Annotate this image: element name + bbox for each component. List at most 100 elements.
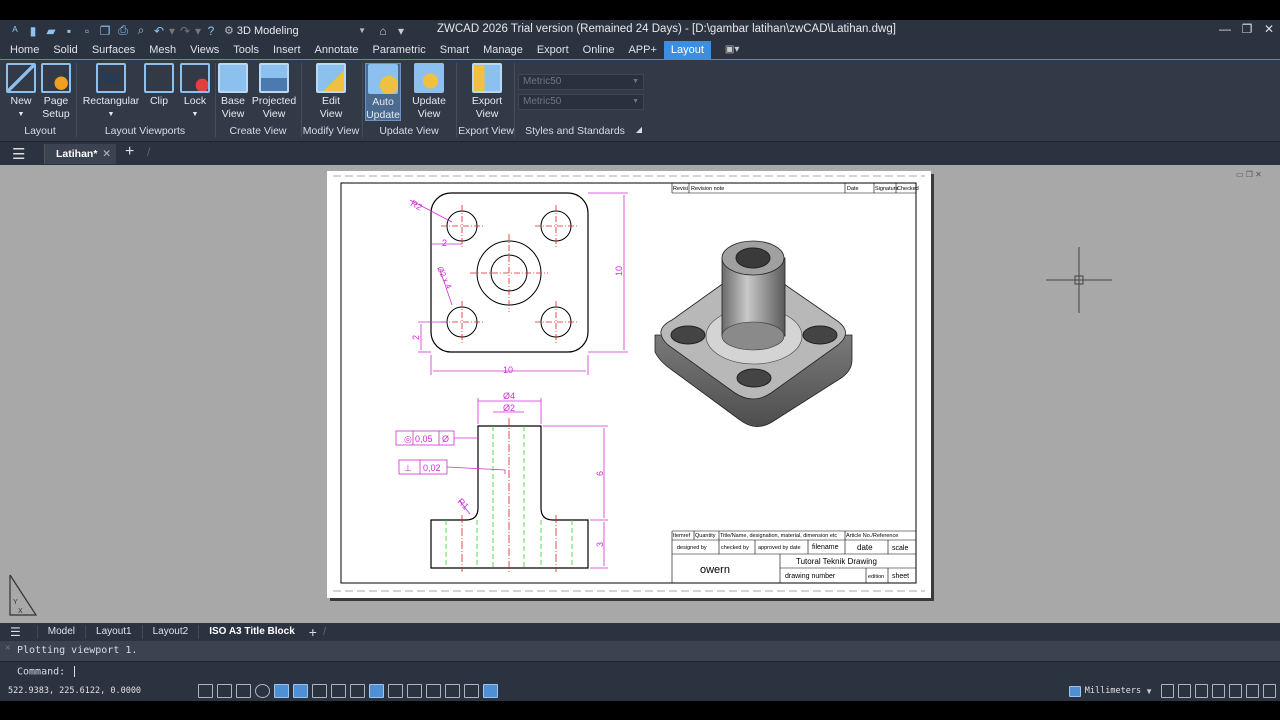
osnap-icon[interactable] [274,684,289,698]
viewport-scale-icon[interactable] [464,684,479,698]
perpendicularity-symbol-icon: ⊥ [404,463,412,473]
fullscreen-icon[interactable] [1246,684,1259,698]
tab-manage[interactable]: Manage [476,41,530,59]
close-button[interactable]: ✕ [1258,22,1280,38]
tb-approved: approved by date [758,545,801,551]
undo-icon[interactable]: ↶ [150,22,168,40]
group-label-create-view: Create View [229,125,287,137]
snap-icon[interactable] [217,684,232,698]
new-file-icon[interactable]: ▮ [24,22,42,40]
projected-view-button[interactable]: Projected View [251,63,297,121]
dynamic-ucs-icon[interactable] [312,684,327,698]
tab-export[interactable]: Export [530,41,576,59]
layout-tab-bar: ☰ Model Layout1 Layout2 ISO A3 Title Blo… [0,623,1280,641]
auto-update-button[interactable]: Auto Update [365,63,401,121]
update-view-button[interactable]: Update View [407,63,451,121]
layout-tab-iso-a3[interactable]: ISO A3 Title Block [198,625,305,639]
plot-preview-icon[interactable]: ⌕ [132,22,150,40]
chevron-down-icon: ▼ [191,111,199,118]
layout-tab-model[interactable]: Model [36,625,85,639]
tab-online[interactable]: Online [576,41,622,59]
undo-dropdown-icon[interactable]: ▾ [168,22,176,40]
page-setup-button[interactable]: Page Setup [40,63,72,121]
ortho-icon[interactable] [236,684,251,698]
save-as-icon[interactable]: ▫ [78,22,96,40]
tb-sheet: sheet [892,573,909,580]
tab-home[interactable]: Home [3,41,46,59]
open-file-icon[interactable]: ▰ [42,22,60,40]
tab-divider: / [322,626,327,638]
minimize-button[interactable]: — [1214,22,1236,38]
print-icon[interactable]: ⎙ [114,22,132,40]
auto-scale-icon[interactable] [1195,684,1208,698]
group-label-modify-view: Modify View [302,125,360,137]
clean-screen-icon[interactable] [1229,684,1242,698]
annotation-scale-icon[interactable] [1161,684,1174,698]
workspace-switch-icon[interactable] [483,684,498,698]
tab-app-plus[interactable]: APP+ [621,41,663,59]
viewport-window-controls[interactable]: ▭ ❐ ✕ [1236,170,1262,179]
new-layout-button[interactable]: New ▼ [4,63,38,121]
units-label[interactable]: Millimeters [1085,686,1141,696]
transparency-icon[interactable] [369,684,384,698]
toolbox-icon[interactable]: ⌂ [374,22,392,40]
update-view-icon [414,63,444,93]
clip-viewport-button[interactable]: Clip [144,63,174,108]
app-logo-icon[interactable]: ᴬ [6,22,24,40]
edit-view-icon [316,63,346,93]
help-icon[interactable]: ? [202,22,220,40]
edit-view-button[interactable]: Edit View [314,63,348,121]
redo-dropdown-icon[interactable]: ▾ [194,22,202,40]
maximize-button[interactable]: ❐ [1236,22,1258,38]
menu-hamburger-icon[interactable]: ☰ [12,145,25,163]
tab-tools[interactable]: Tools [226,41,266,59]
tab-surfaces[interactable]: Surfaces [85,41,142,59]
selection-cycling-icon[interactable] [407,684,422,698]
tab-parametric[interactable]: Parametric [366,41,433,59]
annotation-monitor-icon[interactable] [426,684,441,698]
close-tab-icon[interactable]: ✕ [102,144,111,164]
chevron-down-icon: ▼ [107,111,115,118]
tab-solid[interactable]: Solid [46,41,84,59]
tab-insert[interactable]: Insert [266,41,308,59]
copy-icon[interactable]: ❐ [96,22,114,40]
chevron-down-icon[interactable]: ▼ [1145,687,1153,696]
redo-icon[interactable]: ↷ [176,22,194,40]
chevron-down-icon: ▼ [17,111,25,118]
tab-views[interactable]: Views [183,41,226,59]
document-tab-latihan[interactable]: Latihan* ✕ [44,144,116,164]
tab-annotate[interactable]: Annotate [308,41,366,59]
ribbon-toggle-icon[interactable]: ▣▾ [725,41,739,59]
drawing-sheet: R2 2 Ø2 x 4 10 10 2 Ø4 Ø2 ◎ 0,05 Ø ⊥ 0,0… [333,175,925,592]
command-line[interactable]: Command: [0,661,1280,681]
rectangular-viewport-button[interactable]: Rectangular ▼ [82,63,140,121]
view-style-combo[interactable]: Metric50 ▼ [518,74,644,90]
otrack-icon[interactable] [293,684,308,698]
save-icon[interactable]: ▪ [60,22,78,40]
lock-viewport-button[interactable]: Lock ▼ [179,63,211,121]
export-view-button[interactable]: Export View [467,63,507,121]
hardware-acceleration-icon[interactable] [1212,684,1225,698]
quick-properties-icon[interactable] [388,684,403,698]
new-tab-icon[interactable]: + [125,143,134,161]
isolate-objects-icon[interactable] [445,684,460,698]
grid-icon[interactable] [198,684,213,698]
polar-icon[interactable] [255,684,270,698]
styles-dialog-launcher-icon[interactable]: ◢ [634,125,644,134]
annotation-visibility-icon[interactable] [1178,684,1191,698]
customize-status-icon[interactable] [1263,684,1276,698]
tab-mesh[interactable]: Mesh [142,41,183,59]
dynamic-input-icon[interactable] [331,684,346,698]
close-command-icon[interactable]: ✕ [5,643,10,653]
layout-tab-layout1[interactable]: Layout1 [85,625,142,639]
customize-quick-access-icon[interactable]: ▾ [392,22,410,40]
workspace-selector[interactable]: ⚙ 3D Modeling ▼ [224,23,366,39]
add-layout-icon[interactable]: + [309,624,317,640]
lineweight-icon[interactable] [350,684,365,698]
layout-tab-layout2[interactable]: Layout2 [141,625,199,639]
base-view-button[interactable]: Base View [218,63,248,121]
tab-layout[interactable]: Layout [663,41,711,59]
section-style-combo[interactable]: Metric50 ▼ [518,94,644,110]
tab-smart[interactable]: Smart [433,41,476,59]
layout-menu-icon[interactable]: ☰ [10,625,21,639]
